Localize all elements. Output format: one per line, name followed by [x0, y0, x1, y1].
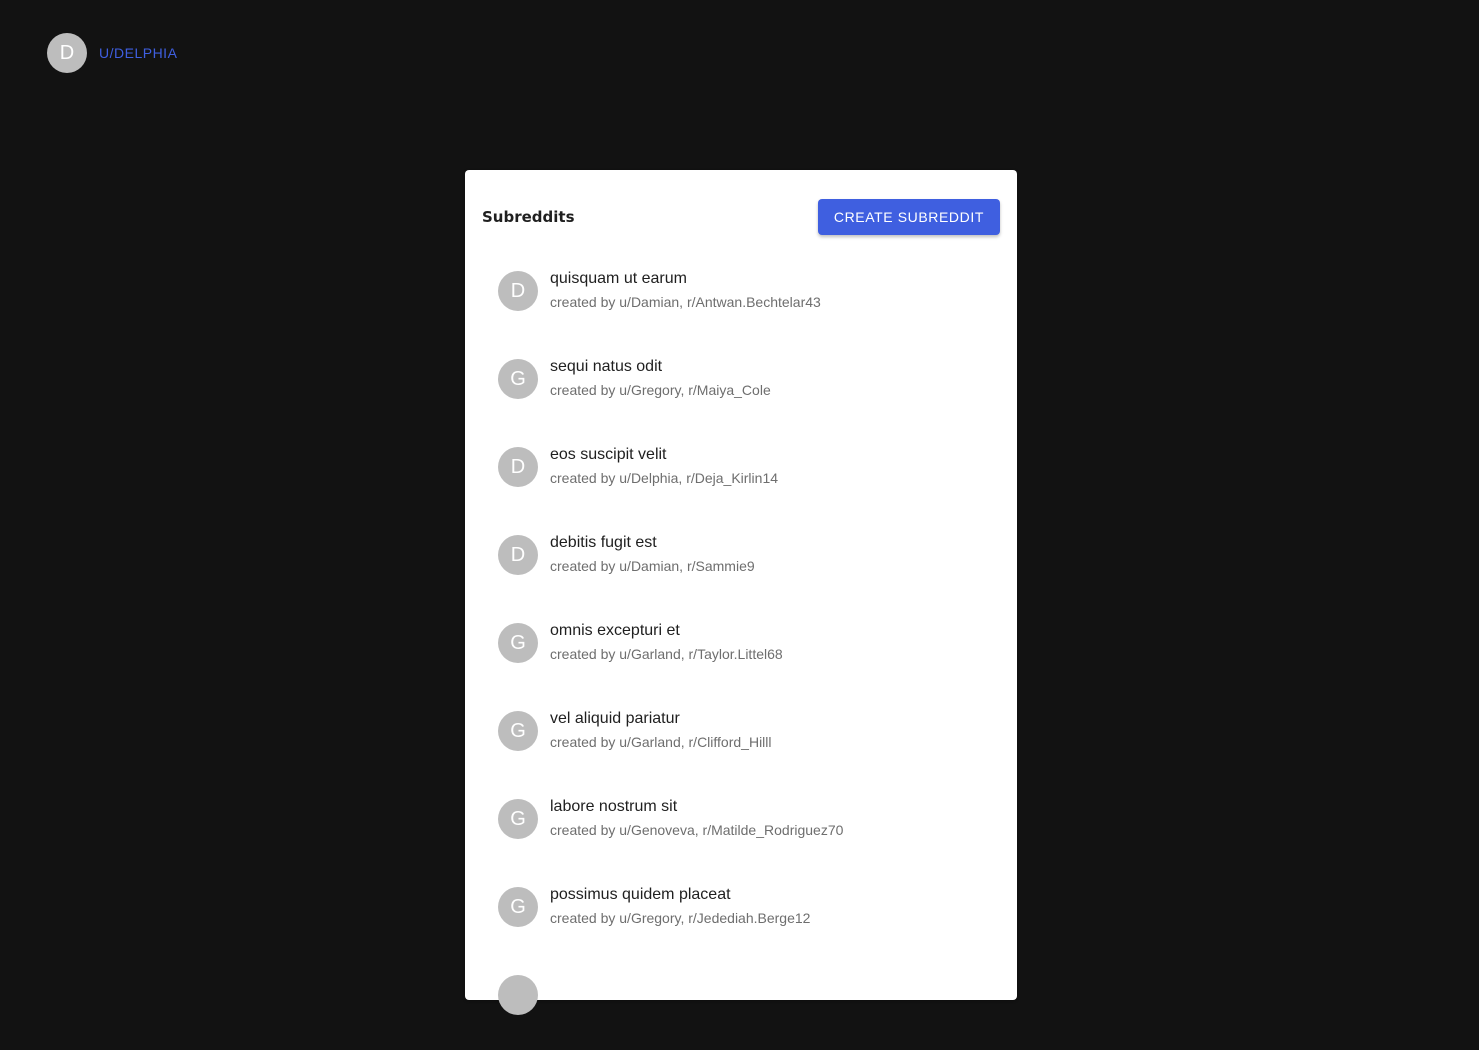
subreddit-avatar: G — [498, 799, 538, 839]
list-item[interactable]: G possimus quidem placeat created by u/G… — [498, 874, 1000, 962]
subreddit-avatar: D — [498, 535, 538, 575]
subreddit-name: omnis excepturi et — [550, 622, 680, 639]
subreddit-name: labore nostrum sit — [550, 798, 678, 815]
list-item-partial[interactable] — [498, 962, 1000, 1050]
subreddit-meta: created by u/Delphia, r/Deja_Kirlin14 — [550, 470, 779, 486]
list-item[interactable]: G omnis excepturi et created by u/Garlan… — [498, 610, 1000, 698]
subreddit-avatar: D — [498, 271, 538, 311]
subreddit-meta: created by u/Damian, r/Sammie9 — [550, 558, 755, 574]
subreddit-name: quisquam ut earum — [550, 270, 687, 287]
subreddit-avatar: G — [498, 711, 538, 751]
subreddit-name: eos suscipit velit — [550, 446, 667, 463]
subreddit-meta: created by u/Damian, r/Antwan.Bechtelar4… — [550, 294, 821, 310]
subreddit-meta: created by u/Garland, r/Taylor.Littel68 — [550, 646, 783, 662]
subreddit-avatar — [498, 975, 538, 1015]
list-item[interactable]: D debitis fugit est created by u/Damian,… — [498, 522, 1000, 610]
subreddit-avatar: D — [498, 447, 538, 487]
subreddit-avatar: G — [498, 887, 538, 927]
subreddit-name: possimus quidem placeat — [550, 886, 731, 903]
subreddit-list: D quisquam ut earum created by u/Damian,… — [498, 258, 1000, 1050]
list-item[interactable]: G labore nostrum sit created by u/Genove… — [498, 786, 1000, 874]
username-link[interactable]: U/DELPHIA — [99, 45, 177, 61]
user-avatar[interactable]: D — [47, 33, 87, 73]
list-item[interactable]: G sequi natus odit created by u/Gregory,… — [498, 346, 1000, 434]
list-item[interactable]: D eos suscipit velit created by u/Delphi… — [498, 434, 1000, 522]
subreddit-avatar: G — [498, 359, 538, 399]
card-header: Subreddits CREATE SUBREDDIT — [482, 199, 1000, 235]
subreddit-name: vel aliquid pariatur — [550, 710, 680, 727]
subreddit-meta: created by u/Genoveva, r/Matilde_Rodrigu… — [550, 822, 844, 838]
subreddit-meta: created by u/Gregory, r/Maiya_Cole — [550, 382, 771, 398]
card-title: Subreddits — [482, 208, 575, 226]
list-item[interactable]: G vel aliquid pariatur created by u/Garl… — [498, 698, 1000, 786]
subreddits-card: Subreddits CREATE SUBREDDIT D quisquam u… — [465, 170, 1017, 1015]
user-header: D U/DELPHIA — [47, 33, 177, 73]
subreddit-avatar: G — [498, 623, 538, 663]
subreddit-meta: created by u/Garland, r/Clifford_Hilll — [550, 734, 772, 750]
subreddit-name: sequi natus odit — [550, 358, 663, 375]
create-subreddit-button[interactable]: CREATE SUBREDDIT — [817, 199, 1000, 235]
list-item[interactable]: D quisquam ut earum created by u/Damian,… — [498, 258, 1000, 346]
subreddit-meta: created by u/Gregory, r/Jedediah.Berge12 — [550, 910, 811, 926]
subreddit-name: debitis fugit est — [550, 534, 657, 551]
